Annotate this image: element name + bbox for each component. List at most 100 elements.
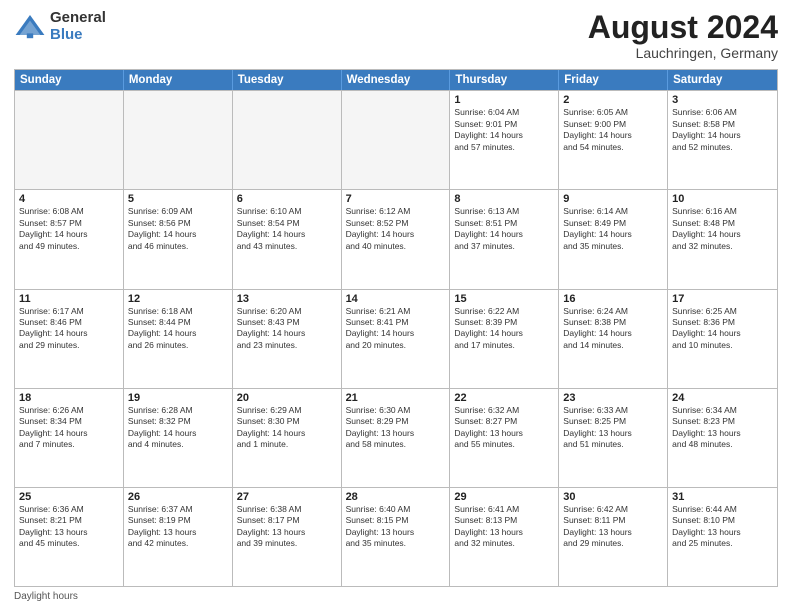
day-number: 11 (19, 293, 119, 305)
logo-general-text: General (50, 10, 106, 27)
calendar-cell: 25Sunrise: 6:36 AM Sunset: 8:21 PM Dayli… (15, 488, 124, 586)
calendar-cell: 27Sunrise: 6:38 AM Sunset: 8:17 PM Dayli… (233, 488, 342, 586)
calendar-cell: 12Sunrise: 6:18 AM Sunset: 8:44 PM Dayli… (124, 290, 233, 388)
logo-icon (14, 11, 46, 43)
calendar-cell: 8Sunrise: 6:13 AM Sunset: 8:51 PM Daylig… (450, 190, 559, 288)
calendar-cell: 22Sunrise: 6:32 AM Sunset: 8:27 PM Dayli… (450, 389, 559, 487)
cell-info: Sunrise: 6:16 AM Sunset: 8:48 PM Dayligh… (672, 206, 773, 252)
calendar-week-row: 11Sunrise: 6:17 AM Sunset: 8:46 PM Dayli… (15, 289, 777, 388)
calendar-cell: 17Sunrise: 6:25 AM Sunset: 8:36 PM Dayli… (668, 290, 777, 388)
day-number: 2 (563, 94, 663, 106)
calendar-cell: 30Sunrise: 6:42 AM Sunset: 8:11 PM Dayli… (559, 488, 668, 586)
calendar-cell: 15Sunrise: 6:22 AM Sunset: 8:39 PM Dayli… (450, 290, 559, 388)
day-number: 8 (454, 193, 554, 205)
day-number: 10 (672, 193, 773, 205)
day-number: 17 (672, 293, 773, 305)
cell-info: Sunrise: 6:04 AM Sunset: 9:01 PM Dayligh… (454, 107, 554, 153)
day-number: 12 (128, 293, 228, 305)
calendar-cell: 3Sunrise: 6:06 AM Sunset: 8:58 PM Daylig… (668, 91, 777, 189)
calendar-header-cell: Friday (559, 70, 668, 90)
cell-info: Sunrise: 6:18 AM Sunset: 8:44 PM Dayligh… (128, 306, 228, 352)
header: General Blue August 2024 Lauchringen, Ge… (14, 10, 778, 61)
day-number: 5 (128, 193, 228, 205)
cell-info: Sunrise: 6:06 AM Sunset: 8:58 PM Dayligh… (672, 107, 773, 153)
calendar-cell: 11Sunrise: 6:17 AM Sunset: 8:46 PM Dayli… (15, 290, 124, 388)
cell-info: Sunrise: 6:14 AM Sunset: 8:49 PM Dayligh… (563, 206, 663, 252)
day-number: 30 (563, 491, 663, 503)
cell-info: Sunrise: 6:13 AM Sunset: 8:51 PM Dayligh… (454, 206, 554, 252)
day-number: 19 (128, 392, 228, 404)
location-title: Lauchringen, Germany (588, 45, 778, 61)
calendar-cell: 19Sunrise: 6:28 AM Sunset: 8:32 PM Dayli… (124, 389, 233, 487)
title-block: August 2024 Lauchringen, Germany (588, 10, 778, 61)
day-number: 9 (563, 193, 663, 205)
calendar-week-row: 1Sunrise: 6:04 AM Sunset: 9:01 PM Daylig… (15, 90, 777, 189)
cell-info: Sunrise: 6:12 AM Sunset: 8:52 PM Dayligh… (346, 206, 446, 252)
calendar-cell: 28Sunrise: 6:40 AM Sunset: 8:15 PM Dayli… (342, 488, 451, 586)
cell-info: Sunrise: 6:38 AM Sunset: 8:17 PM Dayligh… (237, 504, 337, 550)
day-number: 24 (672, 392, 773, 404)
day-number: 13 (237, 293, 337, 305)
cell-info: Sunrise: 6:40 AM Sunset: 8:15 PM Dayligh… (346, 504, 446, 550)
day-number: 7 (346, 193, 446, 205)
calendar-body: 1Sunrise: 6:04 AM Sunset: 9:01 PM Daylig… (15, 90, 777, 586)
cell-info: Sunrise: 6:33 AM Sunset: 8:25 PM Dayligh… (563, 405, 663, 451)
cell-info: Sunrise: 6:09 AM Sunset: 8:56 PM Dayligh… (128, 206, 228, 252)
calendar-cell (342, 91, 451, 189)
day-number: 1 (454, 94, 554, 106)
calendar-cell: 6Sunrise: 6:10 AM Sunset: 8:54 PM Daylig… (233, 190, 342, 288)
cell-info: Sunrise: 6:37 AM Sunset: 8:19 PM Dayligh… (128, 504, 228, 550)
cell-info: Sunrise: 6:42 AM Sunset: 8:11 PM Dayligh… (563, 504, 663, 550)
day-number: 23 (563, 392, 663, 404)
day-number: 6 (237, 193, 337, 205)
cell-info: Sunrise: 6:17 AM Sunset: 8:46 PM Dayligh… (19, 306, 119, 352)
day-number: 16 (563, 293, 663, 305)
cell-info: Sunrise: 6:24 AM Sunset: 8:38 PM Dayligh… (563, 306, 663, 352)
cell-info: Sunrise: 6:30 AM Sunset: 8:29 PM Dayligh… (346, 405, 446, 451)
calendar-header-cell: Tuesday (233, 70, 342, 90)
calendar-cell: 26Sunrise: 6:37 AM Sunset: 8:19 PM Dayli… (124, 488, 233, 586)
logo: General Blue (14, 10, 106, 43)
day-number: 28 (346, 491, 446, 503)
logo-blue-text: Blue (50, 27, 106, 44)
logo-text: General Blue (50, 10, 106, 43)
calendar-cell: 4Sunrise: 6:08 AM Sunset: 8:57 PM Daylig… (15, 190, 124, 288)
calendar-week-row: 18Sunrise: 6:26 AM Sunset: 8:34 PM Dayli… (15, 388, 777, 487)
calendar-cell: 9Sunrise: 6:14 AM Sunset: 8:49 PM Daylig… (559, 190, 668, 288)
footer-note: Daylight hours (14, 591, 778, 602)
calendar-cell: 31Sunrise: 6:44 AM Sunset: 8:10 PM Dayli… (668, 488, 777, 586)
day-number: 3 (672, 94, 773, 106)
cell-info: Sunrise: 6:36 AM Sunset: 8:21 PM Dayligh… (19, 504, 119, 550)
calendar-cell: 18Sunrise: 6:26 AM Sunset: 8:34 PM Dayli… (15, 389, 124, 487)
calendar-cell: 16Sunrise: 6:24 AM Sunset: 8:38 PM Dayli… (559, 290, 668, 388)
calendar: SundayMondayTuesdayWednesdayThursdayFrid… (14, 69, 778, 587)
day-number: 18 (19, 392, 119, 404)
calendar-header-cell: Saturday (668, 70, 777, 90)
calendar-header-cell: Sunday (15, 70, 124, 90)
day-number: 27 (237, 491, 337, 503)
calendar-header-cell: Wednesday (342, 70, 451, 90)
day-number: 22 (454, 392, 554, 404)
day-number: 26 (128, 491, 228, 503)
calendar-cell: 29Sunrise: 6:41 AM Sunset: 8:13 PM Dayli… (450, 488, 559, 586)
calendar-cell: 2Sunrise: 6:05 AM Sunset: 9:00 PM Daylig… (559, 91, 668, 189)
cell-info: Sunrise: 6:44 AM Sunset: 8:10 PM Dayligh… (672, 504, 773, 550)
calendar-week-row: 25Sunrise: 6:36 AM Sunset: 8:21 PM Dayli… (15, 487, 777, 586)
calendar-cell (15, 91, 124, 189)
calendar-cell (233, 91, 342, 189)
calendar-week-row: 4Sunrise: 6:08 AM Sunset: 8:57 PM Daylig… (15, 189, 777, 288)
page: General Blue August 2024 Lauchringen, Ge… (0, 0, 792, 612)
cell-info: Sunrise: 6:26 AM Sunset: 8:34 PM Dayligh… (19, 405, 119, 451)
cell-info: Sunrise: 6:25 AM Sunset: 8:36 PM Dayligh… (672, 306, 773, 352)
calendar-cell: 24Sunrise: 6:34 AM Sunset: 8:23 PM Dayli… (668, 389, 777, 487)
cell-info: Sunrise: 6:29 AM Sunset: 8:30 PM Dayligh… (237, 405, 337, 451)
cell-info: Sunrise: 6:41 AM Sunset: 8:13 PM Dayligh… (454, 504, 554, 550)
day-number: 29 (454, 491, 554, 503)
calendar-cell: 21Sunrise: 6:30 AM Sunset: 8:29 PM Dayli… (342, 389, 451, 487)
calendar-cell: 7Sunrise: 6:12 AM Sunset: 8:52 PM Daylig… (342, 190, 451, 288)
cell-info: Sunrise: 6:22 AM Sunset: 8:39 PM Dayligh… (454, 306, 554, 352)
cell-info: Sunrise: 6:10 AM Sunset: 8:54 PM Dayligh… (237, 206, 337, 252)
cell-info: Sunrise: 6:21 AM Sunset: 8:41 PM Dayligh… (346, 306, 446, 352)
calendar-cell: 23Sunrise: 6:33 AM Sunset: 8:25 PM Dayli… (559, 389, 668, 487)
month-year-title: August 2024 (588, 10, 778, 45)
